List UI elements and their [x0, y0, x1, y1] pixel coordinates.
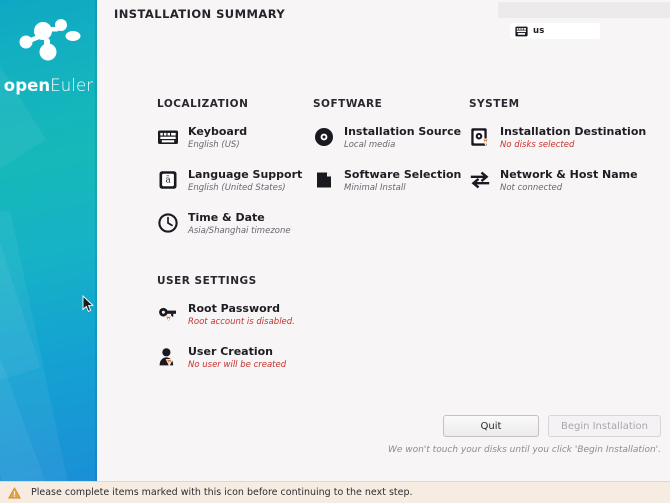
hub-item-title: Network & Host Name [500, 168, 638, 181]
brand-sidebar: openEuler [0, 0, 97, 481]
hub-item-status: No user will be created [188, 360, 287, 370]
column-heading: USER SETTINGS [157, 275, 257, 287]
footer: Quit Begin Installation We won't touch y… [97, 411, 670, 481]
summary-content: LOCALIZATION Keyboard English (US) ā Lan… [97, 92, 670, 411]
hub-item-language-support[interactable]: ā Language Support English (United State… [157, 168, 313, 194]
hub-item-text: User Creation No user will be created [188, 345, 286, 371]
hub-item-status: English (United States) [188, 183, 286, 193]
brand-logo: openEuler [0, 14, 97, 95]
hub-item-status: Not connected [500, 183, 563, 193]
main-panel: INSTALLATION SUMMARY us LOCALIZATION Key… [97, 0, 670, 481]
keyboard-icon [515, 26, 528, 36]
hub-item-status: Root account is disabled. [188, 317, 295, 327]
hub-item-text: Keyboard English (US) [188, 125, 247, 151]
hub-item-status: No disks selected [500, 140, 575, 150]
key-icon [157, 303, 179, 325]
warning-bar: Please complete items marked with this i… [0, 481, 670, 503]
hub-item-user-creation[interactable]: User Creation No user will be created [157, 345, 377, 371]
keyboard-indicator-slot [498, 2, 670, 18]
warning-bar-text: Please complete items marked with this i… [31, 487, 413, 498]
svg-text:ā: ā [165, 176, 171, 186]
package-icon [313, 169, 335, 191]
disc-icon [313, 126, 335, 148]
hub-item-status: Minimal Install [344, 183, 406, 193]
warning-triangle-icon [8, 486, 21, 498]
keyboard-layout-label: us [533, 26, 545, 36]
hub-item-title: Installation Source [344, 125, 462, 138]
hub-item-text: Language Support English (United States) [188, 168, 302, 194]
hub-item-title: Keyboard [188, 125, 248, 138]
hub-item-installation-destination[interactable]: Installation Destination No disks select… [469, 125, 659, 151]
clock-icon [157, 212, 179, 234]
hub-item-network-and-host-name[interactable]: Network & Host Name Not connected [469, 168, 659, 194]
hub-item-text: Installation Source Local media [344, 125, 461, 151]
header: INSTALLATION SUMMARY us [97, 0, 670, 92]
begin-installation-button[interactable]: Begin Installation [547, 415, 661, 437]
hub-item-text: Software Selection Minimal Install [344, 168, 461, 194]
section-user-settings: USER SETTINGS Root Password Root account… [157, 275, 377, 388]
hub-item-software-selection[interactable]: Software Selection Minimal Install [313, 168, 469, 194]
hub-item-title: Time & Date [188, 211, 265, 224]
column-software: SOFTWARE Installation Source Local media… [313, 98, 469, 254]
quit-button[interactable]: Quit [442, 415, 539, 437]
hub-item-title: Installation Destination [500, 125, 647, 138]
hub-item-title: Language Support [188, 168, 303, 181]
openeuler-logo-icon [19, 19, 80, 61]
hub-item-text: Installation Destination No disks select… [500, 125, 646, 151]
hub-item-title: User Creation [188, 345, 273, 358]
hub-item-status: Asia/Shanghai timezone [188, 226, 291, 236]
user-icon [157, 346, 179, 368]
mouse-cursor [82, 295, 94, 313]
network-icon [469, 169, 491, 191]
hub-item-keyboard[interactable]: Keyboard English (US) [157, 125, 313, 151]
hub-item-time-and-date[interactable]: Time & Date Asia/Shanghai timezone [157, 211, 313, 237]
brand-name: openEuler [0, 76, 97, 95]
hard-drive-icon [469, 126, 491, 148]
brand-name-light: Euler [50, 76, 94, 95]
hub-item-installation-source[interactable]: Installation Source Local media [313, 125, 469, 151]
hub-item-text: Root Password Root account is disabled. [188, 302, 295, 328]
hub-item-title: Root Password [188, 302, 280, 315]
keyboard-icon [157, 126, 179, 148]
footer-note: We won't touch your disks until you clic… [387, 445, 661, 455]
hub-columns: LOCALIZATION Keyboard English (US) ā Lan… [157, 98, 662, 254]
keyboard-layout-indicator[interactable]: us [510, 23, 600, 39]
language-icon: ā [157, 169, 179, 191]
hub-item-text: Time & Date Asia/Shanghai timezone [188, 211, 291, 237]
hub-item-status: Local media [344, 140, 396, 150]
hub-item-title: Software Selection [344, 168, 462, 181]
column-heading: LOCALIZATION [157, 98, 249, 110]
page-title: INSTALLATION SUMMARY [114, 7, 286, 21]
column-heading: SYSTEM [469, 98, 520, 110]
hub-item-root-password[interactable]: Root Password Root account is disabled. [157, 302, 377, 328]
hub-item-status: English (US) [188, 140, 240, 150]
brand-name-bold: open [3, 76, 51, 95]
column-system: SYSTEM Installation Destination No disks… [469, 98, 659, 254]
column-localization: LOCALIZATION Keyboard English (US) ā Lan… [157, 98, 313, 254]
hub-item-text: Network & Host Name Not connected [500, 168, 638, 194]
footer-buttons: Quit Begin Installation [442, 415, 661, 437]
column-heading: SOFTWARE [313, 98, 383, 110]
